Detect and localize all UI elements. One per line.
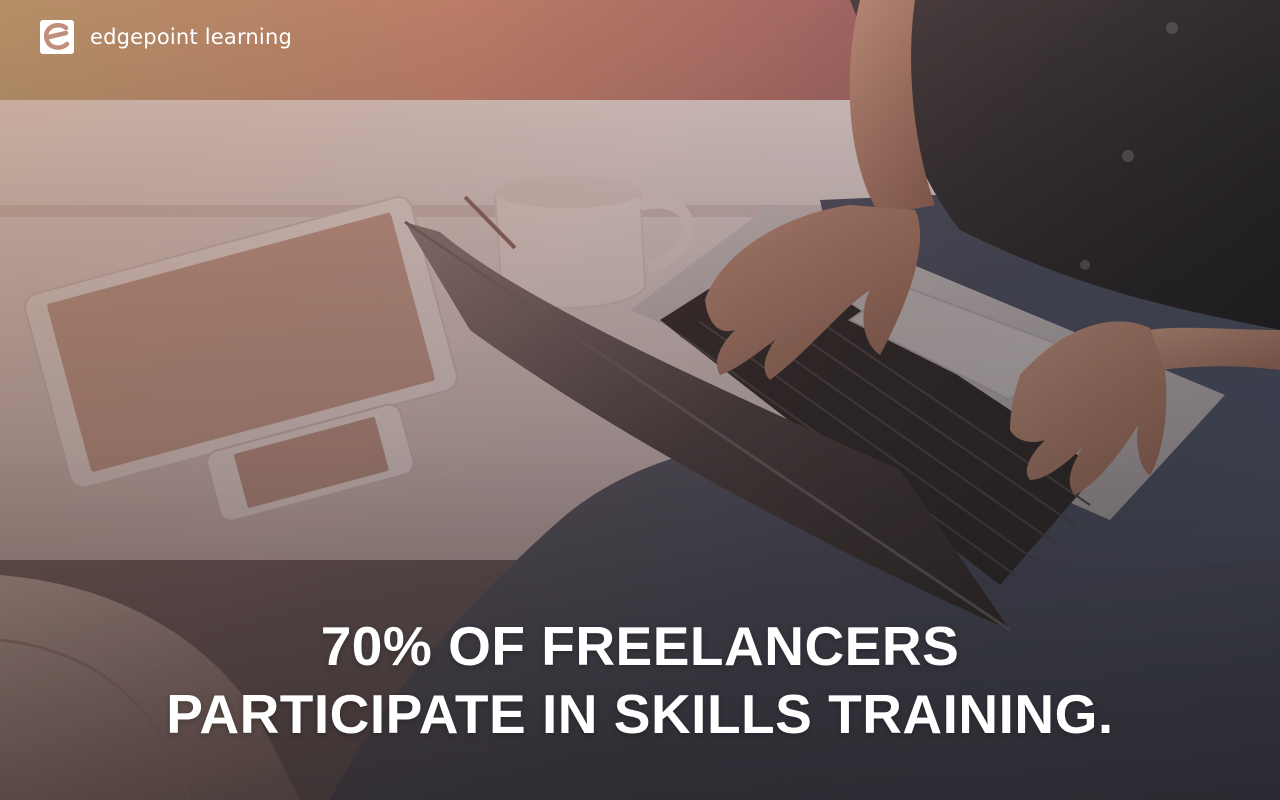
edgepoint-e-logo-icon[interactable]	[40, 20, 74, 54]
headline-statistic: 70% OF FREELANCERS PARTICIPATE IN SKILLS…	[0, 612, 1280, 748]
brand-name: edgepoint learning	[90, 25, 293, 49]
headline-line-2: PARTICIPATE IN SKILLS TRAINING.	[166, 683, 1114, 745]
brand-header[interactable]: edgepoint learning	[40, 19, 292, 55]
headline-line-1: 70% OF FREELANCERS	[320, 615, 960, 677]
hero-banner: edgepoint learning 70% OF FREELANCERS PA…	[0, 0, 1280, 800]
